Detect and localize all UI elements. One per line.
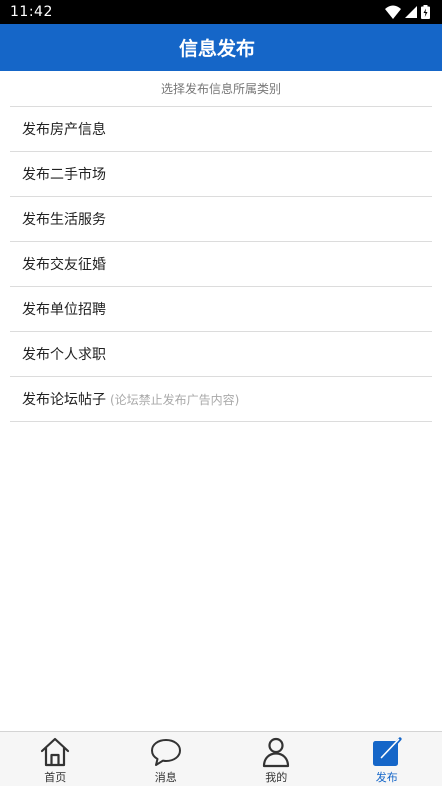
chat-bubble-icon xyxy=(150,739,181,766)
home-icon xyxy=(41,737,70,767)
status-icons xyxy=(385,5,430,19)
category-item-label: 发布交友征婚 xyxy=(22,257,106,273)
category-item-forum-post[interactable]: 发布论坛帖子 (论坛禁止发布广告内容) xyxy=(10,376,432,422)
category-item-label: 发布房产信息 xyxy=(22,122,106,138)
category-list: 发布房产信息 发布二手市场 发布生活服务 发布交友征婚 发布单位招聘 发布个人求… xyxy=(10,106,432,422)
category-item-housing[interactable]: 发布房产信息 xyxy=(10,106,432,151)
category-item-second-hand[interactable]: 发布二手市场 xyxy=(10,151,432,196)
user-icon xyxy=(263,737,290,768)
tab-home[interactable]: 首页 xyxy=(0,732,111,786)
signal-icon xyxy=(405,6,417,18)
tab-label: 我的 xyxy=(265,771,288,784)
tab-publish[interactable]: 发布 xyxy=(332,732,442,786)
category-item-label: 发布个人求职 xyxy=(22,347,106,363)
category-item-note: (论坛禁止发布广告内容) xyxy=(110,392,240,407)
tab-messages[interactable]: 消息 xyxy=(111,732,222,786)
category-item-life-services[interactable]: 发布生活服务 xyxy=(10,196,432,241)
tab-label: 首页 xyxy=(44,771,67,784)
page-title: 信息发布 xyxy=(178,38,255,60)
category-item-label: 发布生活服务 xyxy=(22,212,106,228)
tab-profile[interactable]: 我的 xyxy=(221,732,332,786)
bottom-tab-bar: 首页 消息 我的 发布 xyxy=(0,731,442,786)
category-item-recruitment[interactable]: 发布单位招聘 xyxy=(10,286,432,331)
category-item-dating[interactable]: 发布交友征婚 xyxy=(10,241,432,286)
category-hint: 选择发布信息所属类别 xyxy=(160,82,281,96)
category-item-job-seeking[interactable]: 发布个人求职 xyxy=(10,331,432,376)
app-header: 信息发布 xyxy=(0,24,442,71)
category-item-label: 发布二手市场 xyxy=(22,167,106,183)
edit-icon xyxy=(372,737,402,766)
tab-label: 发布 xyxy=(375,771,398,784)
category-item-label: 发布论坛帖子 xyxy=(22,392,106,408)
status-time: 11:42 xyxy=(10,4,53,20)
battery-icon xyxy=(421,5,430,19)
tab-label: 消息 xyxy=(154,771,177,784)
category-item-label: 发布单位招聘 xyxy=(22,302,106,318)
status-bar: 11:42 xyxy=(0,0,442,24)
wifi-icon xyxy=(385,5,401,19)
